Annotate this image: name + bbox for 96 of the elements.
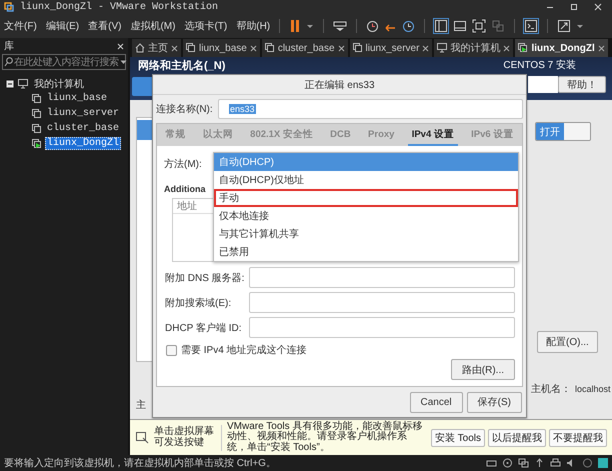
tree-item[interactable]: liunx_DongZl: [45, 137, 122, 150]
disc-icon[interactable]: [502, 458, 513, 468]
keyboard-field[interactable]: [528, 76, 558, 93]
tab-label[interactable]: 我的计算机: [450, 41, 500, 55]
fullscreen-view-icon[interactable]: [472, 19, 486, 33]
caret-icon[interactable]: [120, 60, 126, 64]
field-label: 附加搜索域(E):: [165, 296, 232, 310]
search-field[interactable]: 在此处键入内容进行搜索: [2, 54, 126, 70]
vm-icon: [186, 43, 196, 53]
click-icon: [135, 430, 149, 444]
field-label: 连接名称(N):: [156, 102, 214, 116]
menu-item[interactable]: 文件(F): [4, 19, 37, 33]
product-title: CENTOS 7 安装: [503, 58, 576, 72]
tab[interactable]: liunx_DongZl: [515, 39, 608, 57]
tab-label[interactable]: liunx_server: [366, 42, 420, 54]
checkbox[interactable]: [166, 344, 177, 356]
snapshot-icon[interactable]: [366, 20, 380, 32]
app-logo-icon: [4, 2, 14, 12]
menu-item[interactable]: 查看(V): [88, 19, 122, 33]
tab[interactable]: cluster_base: [262, 39, 348, 57]
window-view-icon[interactable]: [453, 19, 468, 33]
field-label: 附加 DNS 服务器:: [165, 272, 246, 284]
tree-item[interactable]: liunx_base: [45, 92, 110, 105]
tab[interactable]: 我的计算机: [434, 39, 514, 57]
configure-button[interactable]: 配置(O)...: [537, 331, 598, 353]
field-label: 方法(M):: [164, 158, 202, 171]
close-icon[interactable]: [117, 42, 124, 50]
vm-icon: [264, 43, 275, 53]
menu-item[interactable]: 虚拟机(M): [130, 19, 176, 33]
hostname-label: 主机名：: [531, 382, 571, 396]
vm-icon: [352, 43, 363, 53]
close-icon[interactable]: [338, 44, 345, 52]
dialog-button[interactable]: Cancel: [410, 392, 463, 412]
pause-icon[interactable]: [289, 19, 302, 33]
clock-icon[interactable]: [402, 20, 416, 32]
tree-item[interactable]: 我的计算机: [32, 76, 86, 92]
host-label: 主: [136, 398, 147, 412]
close-icon[interactable]: [422, 44, 430, 52]
tab-label[interactable]: liunx_base: [199, 42, 247, 54]
status-text: 要将输入定向到该虚拟机，请在虚拟机内部单击或按 Ctrl+G。: [4, 456, 277, 470]
menu-item[interactable]: 编辑(E): [46, 19, 80, 33]
section-title: 网络和主机名(_N): [138, 58, 226, 73]
checkbox-label: 需要 IPv4 地址完成这个连接: [181, 344, 307, 357]
hostname-value: localhost: [575, 384, 611, 394]
console-icon[interactable]: [524, 19, 538, 33]
tab-label[interactable]: liunx_DongZl: [531, 42, 595, 54]
close-icon[interactable]: [250, 44, 257, 52]
expand-icon[interactable]: [557, 19, 572, 33]
tab[interactable]: 主页: [132, 39, 181, 57]
menu-item[interactable]: 选项卡(T): [184, 19, 228, 33]
dropdown-option[interactable]: 自动(DHCP)仅地址: [214, 171, 518, 189]
keyboard-icon[interactable]: [333, 20, 348, 32]
monitor-icon: [437, 43, 448, 53]
tree-item[interactable]: liunx_server: [45, 107, 122, 120]
field-label: DHCP 客户端 ID:: [165, 322, 242, 334]
section-label: Additiona: [164, 184, 206, 195]
maximize-icon[interactable]: [570, 3, 578, 11]
caret-icon[interactable]: [576, 23, 584, 29]
window-title: liunx_DongZl - VMware Workstation: [20, 2, 220, 12]
tools-message: VMware Tools 具有很多功能，能改善鼠标移动性、视频和性能。请登录客户机操作系统，单击“安装 Tools”。: [227, 422, 424, 454]
printer-icon[interactable]: [550, 458, 561, 468]
notification-button[interactable]: 不要提醒我: [549, 428, 607, 446]
tab-label[interactable]: 主页: [148, 41, 168, 55]
close-icon[interactable]: [171, 44, 178, 52]
dropdown-option[interactable]: 与其它计算机共享: [214, 225, 518, 243]
caret-icon[interactable]: [306, 23, 314, 29]
search-icon: [4, 57, 13, 67]
home-icon: [135, 43, 145, 53]
close-icon[interactable]: [503, 44, 510, 52]
close-icon[interactable]: [594, 3, 602, 11]
tab-label[interactable]: cluster_base: [278, 42, 335, 54]
dialog-title: 正在编辑 ens33: [153, 75, 526, 95]
close-icon[interactable]: [598, 44, 605, 52]
menu-item[interactable]: 帮助(H): [236, 19, 270, 33]
input-field[interactable]: [249, 317, 515, 338]
unity-view-icon: [491, 19, 506, 33]
toggle-switch[interactable]: 打开: [535, 122, 591, 141]
computer-icon: [18, 78, 28, 88]
notification-button[interactable]: 安装 Tools: [430, 428, 485, 446]
library-title: 库: [4, 40, 14, 53]
dropdown-option[interactable]: 已禁用: [214, 243, 518, 261]
input-field[interactable]: [249, 292, 515, 313]
running-vm-icon: [518, 43, 528, 53]
network-icon[interactable]: [518, 458, 529, 468]
help-button[interactable]: 帮助！: [558, 76, 606, 93]
notification-button[interactable]: 以后提醒我: [488, 428, 546, 446]
hint-text: 单击虚拟屏幕可发送按键: [154, 427, 215, 448]
tree-item[interactable]: cluster_base: [45, 122, 122, 135]
dialog-button[interactable]: 保存(S): [466, 392, 522, 412]
input-field[interactable]: [249, 267, 515, 288]
sidebar-view-icon[interactable]: [434, 19, 448, 33]
collapse-icon[interactable]: [6, 80, 14, 88]
usb-icon[interactable]: [534, 458, 545, 468]
tab[interactable]: liunx_base: [183, 39, 260, 57]
routes-button[interactable]: 路由(R)...: [450, 359, 515, 380]
tab[interactable]: liunx_server: [350, 39, 432, 57]
